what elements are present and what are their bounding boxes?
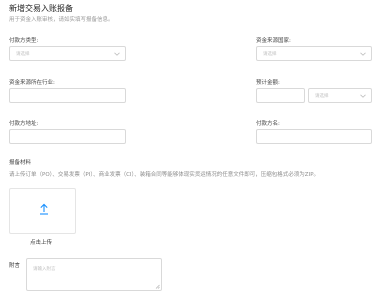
note-placeholder: 请输入附言	[33, 267, 56, 272]
payer-name-input[interactable]	[256, 129, 372, 144]
upload-dropzone[interactable]	[9, 188, 76, 234]
expected-amount-label: 预计金额:	[256, 80, 280, 86]
payer-type-select[interactable]: 请选择	[9, 46, 126, 61]
upload-arrow-icon	[40, 203, 48, 215]
payer-type-placeholder: 请选择	[16, 51, 30, 57]
chevron-down-icon	[360, 94, 366, 98]
currency-select[interactable]: 请选择	[308, 88, 372, 103]
payer-address-input[interactable]	[9, 129, 126, 144]
fund-source-industry-label: 资金来源所在行业:	[9, 80, 55, 86]
fund-source-industry-input[interactable]	[9, 88, 126, 103]
fund-source-country-select[interactable]: 请选择	[256, 46, 372, 61]
chevron-down-icon	[360, 52, 366, 56]
materials-hint: 请上传订单（PO）、交易发票（PI）、商业发票（CI）、装箱合同等能够体现实货运…	[9, 172, 320, 178]
fund-source-country-placeholder: 请选择	[263, 51, 277, 57]
page-subtitle: 用于资金入账审核，请如实填写报备信息。	[9, 17, 114, 23]
expected-amount-input[interactable]	[256, 88, 305, 103]
materials-label: 报备材料	[9, 160, 32, 166]
resize-handle-icon[interactable]	[155, 284, 160, 289]
payer-address-label: 付款方地址:	[9, 121, 39, 127]
fund-source-country-label: 资金来源国家:	[256, 38, 291, 44]
note-textarea[interactable]: 请输入附言	[26, 258, 162, 291]
chevron-down-icon	[114, 52, 120, 56]
payer-type-label: 付款方类型:	[9, 38, 39, 44]
payer-name-label: 付款方名:	[256, 121, 280, 127]
currency-placeholder: 请选择	[315, 93, 329, 99]
page-title: 新增交易入账报备	[9, 4, 73, 13]
upload-label[interactable]: 点击上传	[30, 238, 52, 246]
note-label: 附言	[9, 263, 21, 269]
